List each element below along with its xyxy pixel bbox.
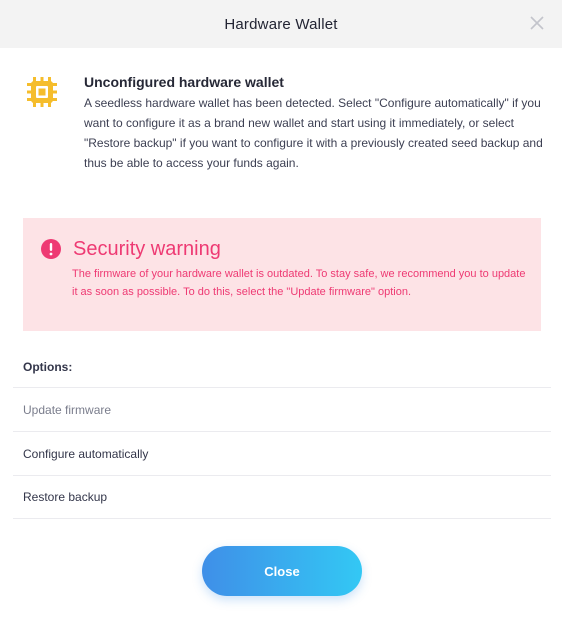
title-bar: Hardware Wallet [0,0,562,48]
option-configure-automatically[interactable]: Configure automatically [13,431,551,475]
info-description: A seedless hardware wallet has been dete… [84,96,543,170]
exclamation-icon [41,239,61,259]
close-button[interactable]: Close [202,546,362,596]
info-section: Unconfigured hardware wallet A seedless … [24,72,544,173]
warning-message: The firmware of your hardware wallet is … [72,268,526,298]
security-warning: Security warning The firmware of your ha… [23,218,541,331]
close-icon[interactable] [526,12,548,34]
warning-title: Security warning [73,238,221,260]
chip-icon [24,74,60,110]
option-update-firmware[interactable]: Update firmware [13,387,551,431]
options-list: Update firmware Configure automatically … [13,387,551,519]
info-heading: Unconfigured hardware wallet [84,74,284,90]
option-restore-backup[interactable]: Restore backup [13,475,551,519]
options-label: Options: [23,360,73,374]
window-title: Hardware Wallet [224,15,338,33]
